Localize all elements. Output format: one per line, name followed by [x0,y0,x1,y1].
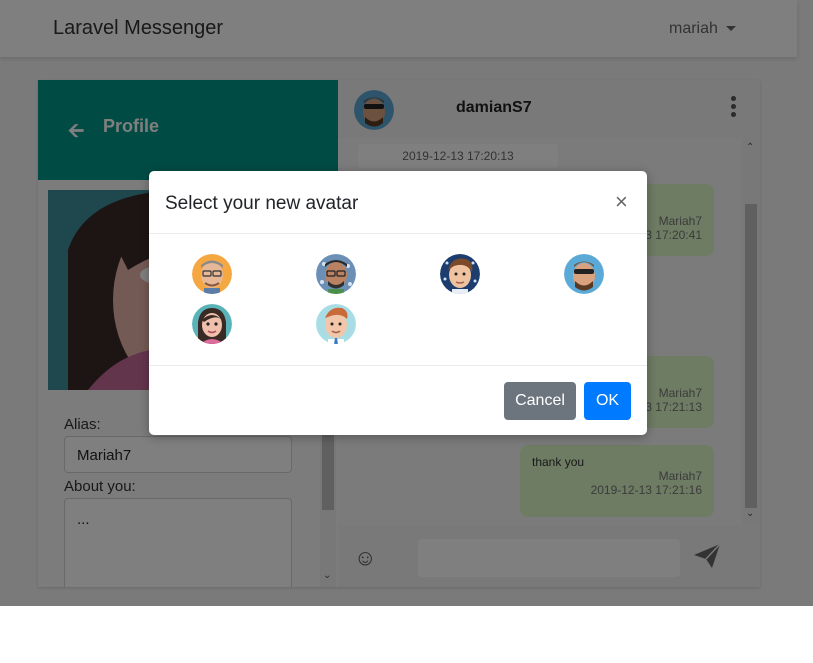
ok-button[interactable]: OK [584,382,631,420]
close-icon[interactable]: × [615,191,628,213]
modal-footer: Cancel OK [149,365,647,436]
modal-title: Select your new avatar [165,193,359,214]
avatar-option-3[interactable] [440,254,480,294]
avatar-option-2[interactable] [316,254,356,294]
avatar-option-6[interactable] [316,304,356,344]
avatar-option-4[interactable] [564,254,604,294]
cancel-button[interactable]: Cancel [504,382,576,420]
avatar-option-1[interactable] [192,254,232,294]
modal-header: Select your new avatar × [149,171,647,234]
avatar-grid [149,233,647,365]
avatar-option-5[interactable] [192,304,232,344]
avatar-modal: Select your new avatar × Cancel OK [149,171,647,435]
